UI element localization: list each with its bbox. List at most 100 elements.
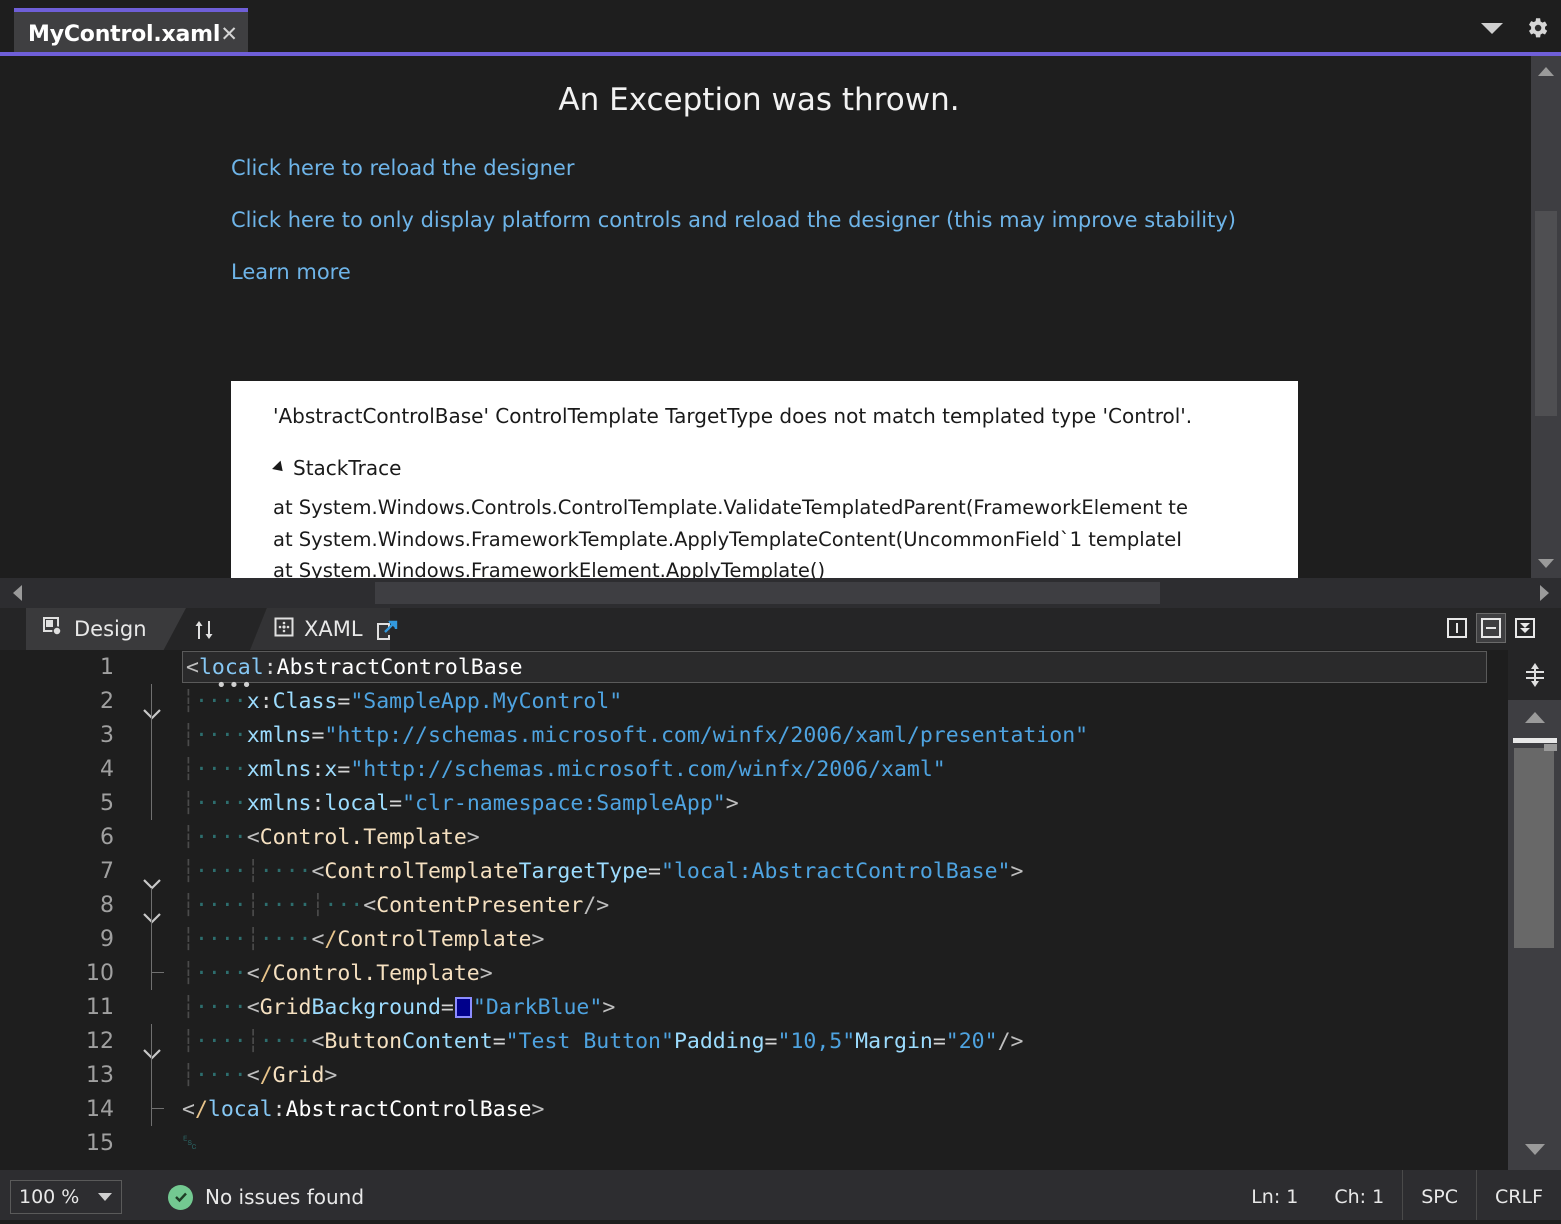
scroll-right-icon[interactable] xyxy=(1531,578,1557,608)
chevron-down-icon[interactable] xyxy=(142,827,162,890)
exception-detail-box: 'AbstractControlBase' ControlTemplate Ta… xyxy=(231,381,1298,578)
scrollbar-thumb[interactable] xyxy=(1535,211,1557,416)
scroll-down-icon[interactable] xyxy=(1531,548,1561,578)
code-line-row[interactable]: 7 ┆ ···· ┆ ···· < ControlTemplate TargetType =… xyxy=(0,854,1508,924)
code-line-row[interactable]: 10 ┆ ···· < / Control.Template > xyxy=(0,956,1508,990)
code-text[interactable]: ┆ ···· ┆ ···· < / ControlTemplate > xyxy=(182,922,1508,956)
code-line-row[interactable]: 12 ┆ ···· ┆ ···· < Button Content = "Test Butto… xyxy=(0,1024,1508,1058)
zoom-level-dropdown[interactable]: 100 % xyxy=(10,1180,122,1214)
editor-vertical-scrollbar[interactable] xyxy=(1508,700,1561,1170)
outlining-glyph xyxy=(130,888,182,922)
designer-horizontal-scrollbar[interactable] xyxy=(0,578,1561,608)
close-icon[interactable]: ✕ xyxy=(220,21,238,47)
pop-out-icon[interactable] xyxy=(370,616,404,646)
code-line-row[interactable]: 5 ┆ ···· xmlns: local = "clr-namespace:Sample… xyxy=(0,786,1508,820)
code-line-row[interactable]: 9 ┆ ···· ┆ ···· < / ControlTemplate > xyxy=(0,922,1508,956)
code-text[interactable]: ┆ ···· xmlns = "http://schemas.microsoft.com… xyxy=(182,718,1508,752)
tab-xaml-view[interactable]: XAML xyxy=(250,608,390,650)
line-number: 12 xyxy=(86,1028,114,1054)
line-number: 2 xyxy=(100,688,114,714)
exception-action-links: Click here to reload the designer Click … xyxy=(231,156,1518,284)
outlining-glyph xyxy=(130,684,182,718)
code-line-row[interactable]: 14 < / local: AbstractControlBase > xyxy=(0,1092,1508,1126)
code-text[interactable]: ␛ xyxy=(182,1126,1508,1160)
outlining-glyph xyxy=(130,1058,182,1092)
triangle-collapse-icon xyxy=(272,460,287,476)
scroll-up-icon[interactable] xyxy=(1531,56,1561,86)
document-tab-mycontrol-xaml[interactable]: MyControl.xaml ✕ xyxy=(14,8,248,56)
scrollbar-thumb[interactable] xyxy=(1514,748,1554,948)
line-number: 4 xyxy=(100,756,114,782)
reload-designer-link[interactable]: Click here to reload the designer xyxy=(231,156,1518,180)
swap-panes-icon[interactable] xyxy=(186,616,222,644)
code-text[interactable]: ┆ ···· < / Grid > xyxy=(182,1058,1508,1092)
scroll-up-icon[interactable] xyxy=(1508,700,1561,734)
vertical-split-button[interactable] xyxy=(1443,614,1471,642)
code-line-row[interactable]: 6 ┆ ···· < Control.Template > xyxy=(0,820,1508,890)
code-line-row[interactable]: 2 ┆ ···· x: Class = "SampleApp.MyControl" xyxy=(0,684,1508,718)
issues-status[interactable]: No issues found xyxy=(168,1184,364,1210)
code-text[interactable]: ┆ ···· ┆ ···· < ControlTemplate TargetType = "l… xyxy=(182,854,1508,888)
stacktrace-lines: at System.Windows.Controls.ControlTempla… xyxy=(273,492,1274,578)
outlining-glyph[interactable] xyxy=(130,854,182,924)
code-line-row[interactable]: 1 <local:AbstractControlBase ••• xyxy=(0,650,1508,720)
code-text[interactable]: < / local: AbstractControlBase > xyxy=(182,1092,1508,1126)
code-text[interactable]: ┆ ···· xmlns: local = "clr-namespace:SampleAp… xyxy=(182,786,1508,820)
code-text[interactable]: <local:AbstractControlBase ••• xyxy=(182,650,1508,696)
line-number: 3 xyxy=(100,722,114,748)
chevron-down-icon[interactable] xyxy=(142,861,162,924)
chevron-down-icon[interactable] xyxy=(97,1186,113,1208)
stacktrace-line: at System.Windows.FrameworkTemplate.Appl… xyxy=(273,527,1182,551)
chevron-down-icon[interactable] xyxy=(142,657,162,720)
code-line-row[interactable]: 11 ┆ ···· < Grid Background = "DarkBlue" > xyxy=(0,990,1508,1060)
code-text[interactable]: ┆ ···· < Grid Background = "DarkBlue" > xyxy=(182,990,1508,1024)
cursor-column-indicator[interactable]: Ch: 1 xyxy=(1316,1170,1402,1224)
xaml-code-editor[interactable]: 1 <local:AbstractControlBase ••• 2 ┆ ····… xyxy=(0,650,1561,1170)
code-text[interactable]: ┆ ···· xmlns: x = "http://schemas.microsoft.c… xyxy=(182,752,1508,786)
outlining-glyph[interactable] xyxy=(130,820,182,890)
chevron-down-icon[interactable] xyxy=(142,997,162,1060)
code-text[interactable]: ┆ ···· ┆ ···· ┆ ··· < ContentPresenter /> xyxy=(182,888,1508,922)
scroll-down-icon[interactable] xyxy=(1508,1132,1561,1166)
code-text[interactable]: ┆ ···· x: Class = "SampleApp.MyControl" xyxy=(182,684,1508,718)
color-swatch-darkblue[interactable] xyxy=(454,996,472,1018)
split-editor-button[interactable] xyxy=(1508,650,1561,700)
stacktrace-line: at System.Windows.Controls.ControlTempla… xyxy=(273,496,1188,519)
tab-design-view[interactable]: Design xyxy=(26,608,186,650)
gear-icon[interactable] xyxy=(1523,14,1551,42)
line-number: 10 xyxy=(86,960,114,986)
tab-title: MyControl.xaml xyxy=(28,21,221,47)
learn-more-link[interactable]: Learn more xyxy=(231,260,1518,284)
designer-vertical-scrollbar[interactable] xyxy=(1531,56,1561,578)
code-text[interactable]: ┆ ···· < / Control.Template > xyxy=(182,956,1508,990)
stacktrace-label: StackTrace xyxy=(293,456,402,480)
designer-pane: An Exception was thrown. Click here to r… xyxy=(0,56,1561,578)
scrollbar-thumb[interactable] xyxy=(375,582,1160,604)
line-number: 9 xyxy=(100,926,114,952)
horizontal-split-button[interactable] xyxy=(1476,613,1506,643)
code-text[interactable]: ┆ ···· ┆ ···· < Button Content = "Test Button" … xyxy=(182,1024,1508,1058)
code-line-row[interactable]: 4 ┆ ···· xmlns: x = "http://schemas.microsoft… xyxy=(0,752,1508,786)
chevron-down-icon[interactable] xyxy=(1479,15,1505,41)
line-number: 15 xyxy=(86,1130,114,1156)
designer-xaml-split-toolbar: Design XAML xyxy=(0,608,1561,650)
code-line-row[interactable]: 3 ┆ ···· xmlns = "http://schemas.microsoft.c… xyxy=(0,718,1508,752)
code-line-row[interactable]: 13 ┆ ···· < / Grid > xyxy=(0,1058,1508,1092)
outlining-glyph[interactable] xyxy=(130,990,182,1060)
code-line-row[interactable]: 15 ␛ xyxy=(0,1126,1508,1160)
collapse-pane-button[interactable] xyxy=(1511,614,1539,642)
platform-controls-reload-link[interactable]: Click here to only display platform cont… xyxy=(231,208,1518,232)
code-line-row[interactable]: 8 ┆ ···· ┆ ···· ┆ ··· < ContentPresenter /> xyxy=(0,888,1508,922)
cursor-line-indicator[interactable]: Ln: 1 xyxy=(1233,1170,1316,1224)
line-number: 13 xyxy=(86,1062,114,1088)
outlining-glyph xyxy=(130,718,182,752)
scroll-left-icon[interactable] xyxy=(4,578,30,608)
outlining-glyph xyxy=(130,752,182,786)
stacktrace-toggle[interactable]: StackTrace xyxy=(272,456,1274,480)
outlining-glyph[interactable] xyxy=(130,650,182,720)
line-number: 11 xyxy=(86,994,114,1020)
code-text[interactable]: ┆ ···· < Control.Template > xyxy=(182,820,1508,854)
outlining-glyph xyxy=(130,786,182,820)
indentation-mode-indicator[interactable]: SPC xyxy=(1402,1170,1476,1224)
line-ending-indicator[interactable]: CRLF xyxy=(1476,1170,1561,1224)
